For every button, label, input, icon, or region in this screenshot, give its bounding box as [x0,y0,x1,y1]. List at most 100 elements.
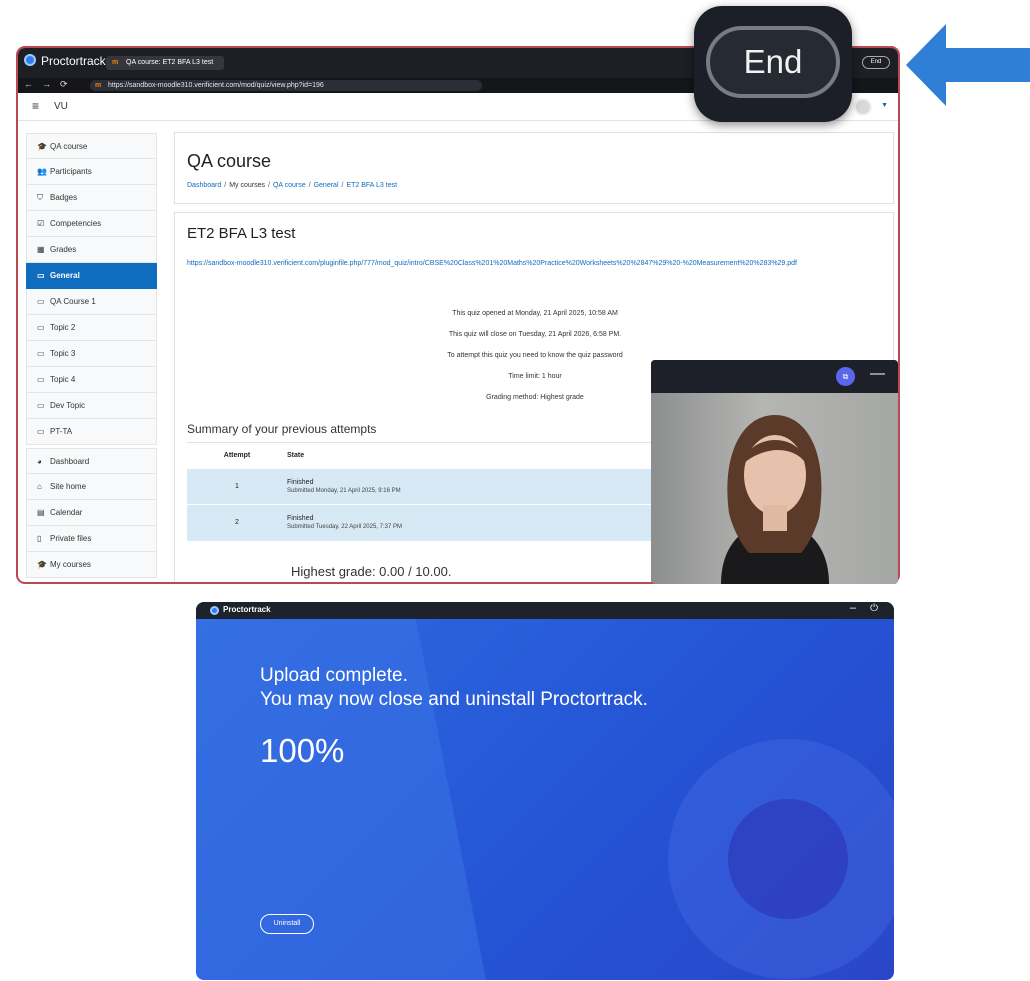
sidebar-item-label: Dashboard [50,457,90,466]
sidebar-item-dashboard[interactable]: ◕ Dashboard [26,448,157,474]
folder-icon: ▭ [37,271,45,280]
sidebar-item-badges[interactable]: ⛉ Badges [26,185,157,211]
sidebar-item-general[interactable]: ▭ General [26,263,157,289]
user-avatar[interactable] [854,98,872,116]
quiz-close-date: This quiz will close on Tuesday, 21 Apri… [448,331,622,338]
sidebar-item-competencies[interactable]: ☑ Competencies [26,211,157,237]
uninstall-button[interactable]: Uninstall [260,914,314,934]
sidebar-item-label: Badges [50,193,78,202]
file-icon: ▯ [37,534,42,543]
upload-message-line-1: Upload complete. [260,665,408,686]
breadcrumb-qa-course[interactable]: QA course [273,182,306,189]
breadcrumb-general[interactable]: General [314,182,339,189]
sidebar-item-qa-course[interactable]: 🎓 QA course [26,133,157,159]
attempts-table: Attempt State 1 Finished Submitted Monda… [187,442,657,541]
sidebar-item-label: General [50,271,80,280]
hamburger-menu-icon[interactable]: ≡ [32,99,39,113]
table-icon: ▦ [37,245,45,254]
breadcrumb-my-courses: My courses [229,182,265,189]
graduation-cap-icon: 🎓 [37,142,47,151]
power-icon[interactable]: ⏻ [870,603,878,614]
caret-down-icon[interactable]: ▼ [881,102,888,109]
sidebar-item-private-files[interactable]: ▯ Private files [26,526,157,552]
table-header-row: Attempt State [187,442,657,469]
sidebar-item-participants[interactable]: 👥 Participants [26,159,157,185]
sidebar-item-label: Calendar [50,508,83,517]
person-silhouette [721,415,829,584]
table-row: 2 Finished Submitted Tuesday, 22 April 2… [187,504,657,541]
users-icon: 👥 [37,167,47,176]
end-button-magnified[interactable]: End [706,26,840,98]
check-square-icon: ☑ [37,219,45,228]
app-name: Proctortrack [41,54,106,68]
folder-icon: ▭ [37,427,45,436]
quiz-password-note: To attempt this quiz you need to know th… [447,352,623,359]
sidebar-item-pt-ta[interactable]: ▭ PT-TA [26,419,157,445]
highest-grade: Highest grade: 0.00 / 10.00. [291,564,452,579]
tab-title: QA course: ET2 BFA L3 test [126,59,214,66]
folder-icon: ▭ [37,297,45,306]
sidebar-item-site-home[interactable]: ⌂ Site home [26,474,157,500]
sidebar-item-label: Competencies [50,219,102,228]
attempt-state: Finished Submitted Monday, 21 April 2025… [287,468,657,505]
forward-arrow-icon[interactable]: → [42,79,51,89]
app-name: Proctortrack [223,605,271,614]
submitted-text: Submitted Tuesday, 22 April 2025, 7:37 P… [287,524,402,531]
sidebar-item-calendar[interactable]: ▤ Calendar [26,500,157,526]
upload-message-line-2: You may now close and uninstall Proctort… [260,689,648,710]
sidebar-item-label: Grades [50,245,77,254]
folder-icon: ▭ [37,401,45,410]
webcam-toolbar: ⧉ — [651,360,898,393]
table-row: 1 Finished Submitted Monday, 21 April 20… [187,468,657,505]
graduation-cap-icon: 🎓 [37,560,47,569]
sidebar-item-qa-course-1[interactable]: ▭ QA Course 1 [26,289,157,315]
browser-tab[interactable]: m QA course: ET2 BFA L3 test [106,56,224,70]
state-text: Finished [287,515,314,523]
minimize-icon[interactable]: – [850,602,856,614]
url-text: https://sandbox-moodle310.verificient.co… [108,82,324,89]
sidebar-item-label: Topic 3 [50,349,76,358]
back-arrow-icon[interactable]: ← [24,79,33,89]
moodle-favicon-icon: m [112,59,119,66]
column-header-attempt: Attempt [187,442,287,469]
url-bar[interactable]: m https://sandbox-moodle310.verificient.… [90,80,482,91]
breadcrumb: Dashboard / My courses / QA course / General / E… [187,182,398,189]
proctortrack-logo-icon [210,606,219,615]
sidebar-item-dev-topic[interactable]: ▭ Dev Topic [26,393,157,419]
sidebar-item-label: Topic 4 [50,375,76,384]
sidebar-item-topic-3[interactable]: ▭ Topic 3 [26,341,157,367]
sidebar-item-label: PT-TA [50,427,73,436]
webcam-video-feed [651,393,898,584]
sidebar-item-label: Participants [50,167,92,176]
quiz-attachment-link[interactable]: https://sandbox-moodle310.verificient.co… [187,258,827,269]
course-sidebar: 🎓 QA course 👥 Participants ⛉ Badges ☑ Competenc… [26,133,157,582]
sidebar-item-topic-4[interactable]: ▭ Topic 4 [26,367,157,393]
sidebar-item-label: My courses [50,560,91,569]
quiz-open-date: This quiz opened at Monday, 21 April 202… [452,310,618,317]
record-icon[interactable]: ⧉ [836,367,855,386]
state-text: Finished [287,479,314,486]
attempt-number: 1 [187,468,287,505]
sidebar-item-label: Dev Topic [50,401,85,410]
shield-icon: ⛉ [37,193,43,202]
end-button[interactable]: End [862,56,890,69]
course-header-card: QA course Dashboard / My courses / QA course… [174,132,894,204]
upload-complete-window: Proctortrack – ⏻ Upload complete. You ma… [196,602,894,980]
sidebar-item-grades[interactable]: ▦ Grades [26,237,157,263]
dashboard-icon: ◕ [37,457,42,466]
submitted-text: Submitted Monday, 21 April 2025, 9:16 PM [287,488,401,494]
reload-icon[interactable]: ⟳ [60,79,68,90]
minimize-icon[interactable]: — [870,365,885,382]
sidebar-item-my-courses[interactable]: 🎓 My courses [26,552,157,578]
sidebar-item-topic-2[interactable]: ▭ Topic 2 [26,315,157,341]
sidebar-item-label: Topic 2 [50,323,76,332]
upload-progress-text: 100% [260,732,345,769]
attempt-number: 2 [187,504,287,541]
site-name[interactable]: VU [54,101,68,112]
pointer-arrow-icon [906,24,1030,106]
attempt-state: Finished Submitted Tuesday, 22 April 202… [287,504,657,541]
breadcrumb-quiz[interactable]: ET2 BFA L3 test [346,182,397,189]
sidebar-item-label: Private files [50,534,92,543]
breadcrumb-dashboard[interactable]: Dashboard [187,182,221,189]
calendar-icon: ▤ [37,508,45,517]
